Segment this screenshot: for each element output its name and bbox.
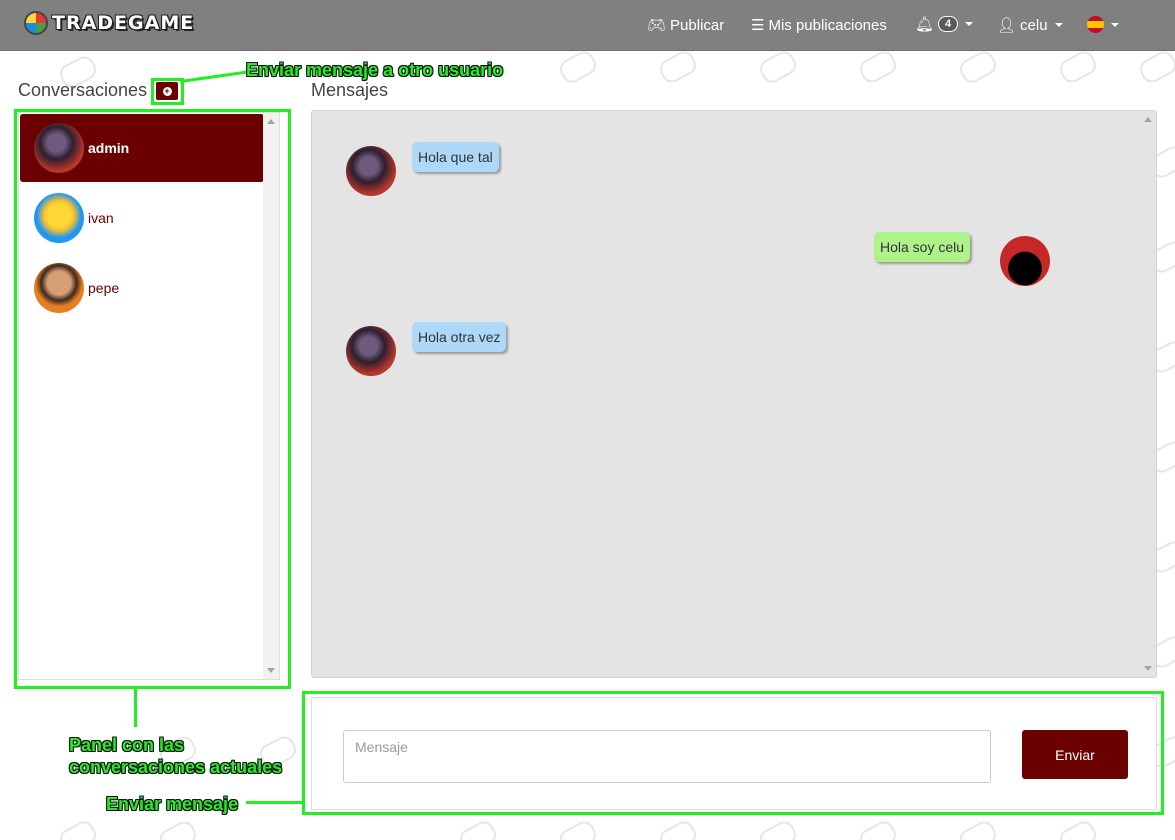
gamepad-icon xyxy=(1136,47,1175,87)
gamepad-icon xyxy=(856,817,900,840)
gamepad-icon xyxy=(556,817,600,840)
scroll-down-arrow-icon[interactable] xyxy=(1144,666,1152,671)
bell-icon: 🔔︎ xyxy=(915,16,935,33)
conversation-item-admin[interactable]: admin xyxy=(20,114,264,182)
nav-mis-publicaciones-label: Mis publicaciones xyxy=(768,16,887,34)
message-bubble-incoming: Hola otra vez xyxy=(412,322,507,352)
brand-name: TRADEGAME xyxy=(52,12,195,34)
message-row: Hola otra vez xyxy=(346,322,507,376)
nav-publicar-label: Publicar xyxy=(670,16,725,34)
brand-link[interactable]: TRADEGAME xyxy=(24,11,194,35)
conversation-item-pepe[interactable]: pepe xyxy=(20,254,264,322)
user-dropdown[interactable]: 👤︎ celu xyxy=(997,16,1063,34)
caret-down-icon xyxy=(1111,22,1119,27)
gamepad-icon xyxy=(556,47,600,87)
avatar xyxy=(34,123,84,173)
gamepad-logo-icon xyxy=(24,11,48,35)
messages-scrollbar[interactable] xyxy=(1140,111,1156,677)
conversations-title: Conversaciones xyxy=(18,80,148,100)
annotation-send-message: Enviar mensaje xyxy=(106,794,239,814)
annotation-new-message: Enviar mensaje a otro usuario xyxy=(246,60,504,80)
conversations-scrollbar[interactable] xyxy=(263,113,279,679)
gamepad-icon xyxy=(956,47,1000,87)
scroll-up-arrow-icon[interactable] xyxy=(1144,117,1152,122)
caret-down-icon xyxy=(1054,23,1063,27)
conversation-item-ivan[interactable]: ivan xyxy=(20,184,264,252)
caret-down-icon xyxy=(965,22,974,26)
conversation-name: ivan xyxy=(88,210,114,226)
language-dropdown[interactable] xyxy=(1087,16,1119,33)
annotation-conversations-line1: Panel con las xyxy=(69,735,185,755)
list-icon: ☰ xyxy=(751,17,765,34)
gamepad-icon xyxy=(456,817,500,840)
gamepad-icon xyxy=(56,817,100,840)
conversations-panel: admin ivan pepe xyxy=(18,112,280,680)
new-message-button[interactable]: + xyxy=(156,82,178,100)
message-bubble-incoming: Hola que tal xyxy=(412,142,499,172)
conversation-name: admin xyxy=(88,140,130,156)
gamepad-icon xyxy=(156,817,200,840)
compose-panel: Enviar xyxy=(311,697,1157,810)
notifications-badge: 4 xyxy=(938,16,959,32)
message-row: Hola soy celu xyxy=(874,232,1051,286)
gamepad-icon xyxy=(956,817,1000,840)
messages-panel: Hola que tal Hola soy celu Hola otra vez xyxy=(311,110,1157,678)
gamepad-icon xyxy=(656,47,700,87)
user-name: celu xyxy=(1020,16,1048,34)
message-bubble-outgoing: Hola soy celu xyxy=(874,232,971,262)
avatar xyxy=(34,263,84,313)
gamepad-icon xyxy=(656,817,700,840)
gamepad-icon xyxy=(856,47,900,87)
flag-spain-icon xyxy=(1087,16,1104,33)
scroll-up-arrow-icon[interactable] xyxy=(267,119,275,124)
avatar xyxy=(1000,236,1051,286)
message-input[interactable] xyxy=(343,730,991,783)
avatar xyxy=(346,146,396,196)
notifications-dropdown[interactable]: 🔔︎ 4 xyxy=(915,15,974,33)
gamepad-icon xyxy=(756,817,800,840)
send-button[interactable]: Enviar xyxy=(1022,730,1128,779)
conversation-name: pepe xyxy=(88,280,120,296)
gamepad-icon xyxy=(1056,47,1100,87)
plus-circle-icon: + xyxy=(162,85,172,96)
gamepad-icon xyxy=(1056,817,1100,840)
annotation-conversations-line2: conversaciones actuales xyxy=(69,757,283,777)
avatar xyxy=(34,193,84,243)
navbar: TRADEGAME 🎮︎ Publicar ☰ Mis publicacione… xyxy=(0,0,1175,51)
user-icon: 👤︎ xyxy=(997,17,1017,34)
annotation-line xyxy=(134,689,137,727)
nav-mis-publicaciones-link[interactable]: ☰ Mis publicaciones xyxy=(751,16,887,35)
nav-publicar-link[interactable]: 🎮︎ Publicar xyxy=(647,16,725,35)
message-row: Hola que tal xyxy=(346,142,499,196)
gamepad-icon: 🎮︎ xyxy=(647,17,667,34)
messages-title: Mensajes xyxy=(311,80,389,100)
annotation-line xyxy=(246,801,303,804)
gamepad-icon xyxy=(756,47,800,87)
scroll-down-arrow-icon[interactable] xyxy=(267,668,275,673)
avatar xyxy=(346,326,396,376)
